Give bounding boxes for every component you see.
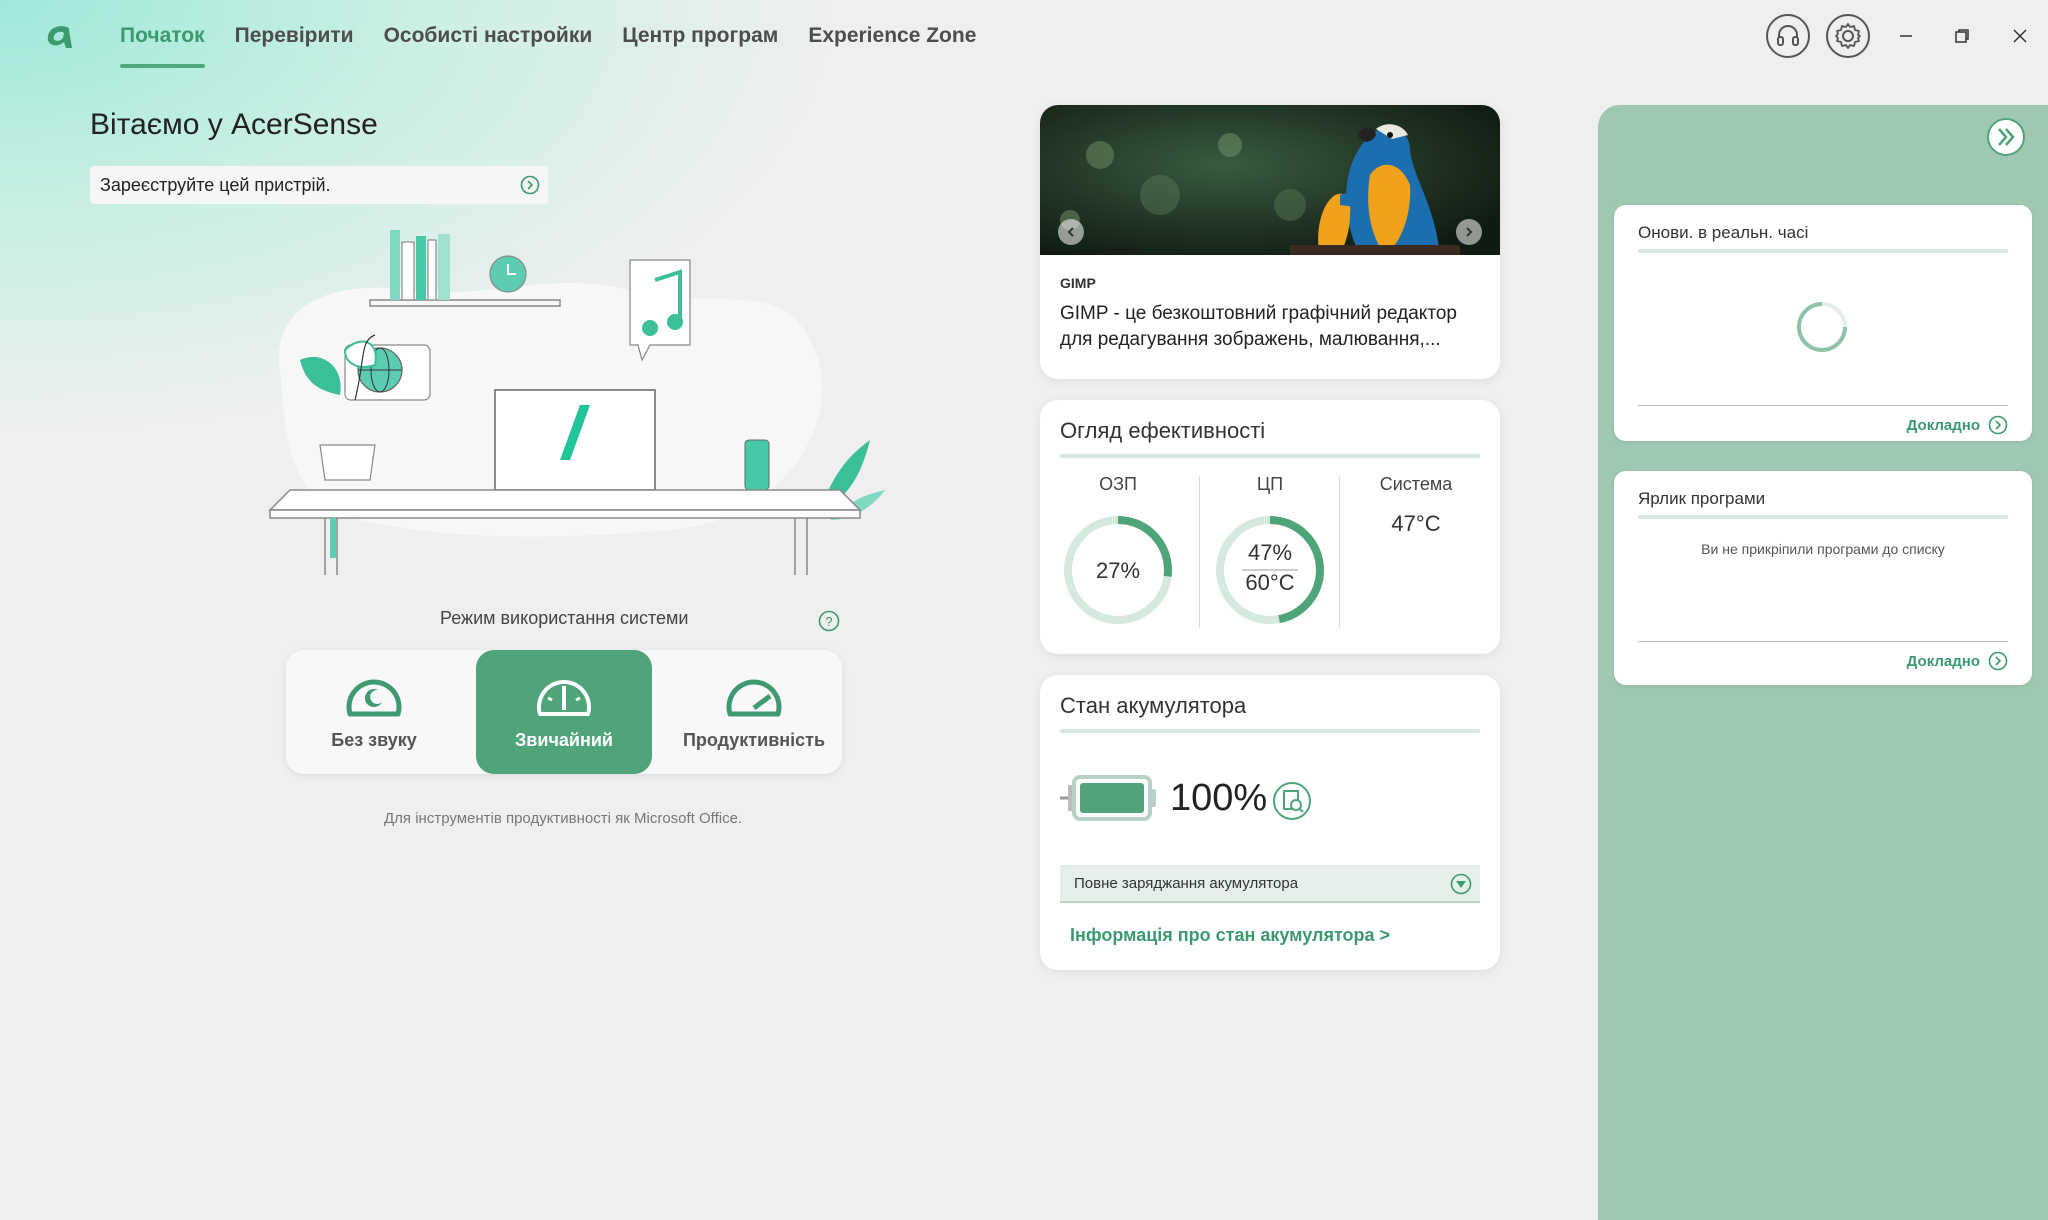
title-underline: [1060, 729, 1480, 733]
battery-report-icon[interactable]: [1272, 781, 1312, 821]
usage-mode-selector: Без звуку Звичайний Продуктивність: [286, 650, 842, 774]
cpu-temp: 60°C: [1245, 570, 1295, 595]
mode-performance-button[interactable]: Продуктивність: [666, 650, 842, 774]
page-title: Вітаємо у AcerSense: [90, 108, 378, 141]
realtime-more-label: Докладно: [1906, 416, 1980, 434]
svg-text:?: ?: [825, 614, 832, 629]
tab-personal-settings[interactable]: Особисті настройки: [384, 0, 593, 72]
arrow-right-circle-icon: [1988, 415, 2008, 435]
divider: [1638, 641, 2008, 642]
shortcut-empty-message: Ви не прикріпили програми до списку: [1701, 541, 1945, 557]
mode-silent-label: Без звуку: [331, 730, 417, 750]
arrow-right-circle-icon: [1988, 651, 2008, 671]
usage-mode-description: Для інструментів продуктивності як Micro…: [384, 810, 743, 827]
tab-check[interactable]: Перевірити: [235, 0, 354, 72]
column-divider: [1199, 476, 1200, 628]
realtime-title: Онови. в реальн. часі: [1638, 223, 1809, 242]
help-icon[interactable]: ?: [818, 610, 840, 632]
ram-column: ОЗП: [1060, 474, 1176, 495]
battery-percent: 100%: [1170, 777, 1268, 819]
promo-description: GIMP - це безкоштовний графічний редакто…: [1060, 303, 1457, 350]
gear-icon: [1835, 23, 1861, 49]
close-icon: [2013, 29, 2027, 43]
carousel-prev-button[interactable]: [1058, 219, 1084, 245]
desk-illustration: [268, 230, 885, 575]
battery-charge-mode: Повне заряджання акумулятора: [1074, 875, 1299, 892]
chevron-left-icon: [1067, 227, 1074, 237]
battery-charge-mode-dropdown[interactable]: Повне заряджання акумулятора: [1060, 865, 1480, 903]
shortcut-title: Ярлик програми: [1638, 489, 1766, 508]
realtime-monitor-card: Онови. в реальн. часі Докладно: [1614, 205, 2032, 441]
title-underline: [1638, 515, 2008, 519]
app-promo-card[interactable]: GIMP GIMP - це безкоштовний графічний ре…: [1040, 105, 1500, 379]
register-device-link[interactable]: Зареєструйте цей пристрій.: [90, 166, 548, 204]
shortcut-more-label: Докладно: [1906, 652, 1980, 670]
system-column: Система 47°C: [1352, 474, 1480, 537]
mode-silent-button[interactable]: Без звуку: [286, 650, 462, 774]
speedometer-performance-icon: [726, 679, 782, 717]
cpu-label: ЦП: [1256, 474, 1284, 494]
shortcut-more-link[interactable]: Докладно: [1907, 651, 2008, 671]
title-underline: [1638, 249, 2008, 253]
title-bar: Початок Перевірити Особисті настройки Це…: [0, 0, 2048, 72]
mode-normal-label: Звичайний: [515, 730, 613, 750]
battery-title: Стан акумулятора: [1060, 693, 1247, 718]
system-temp: 47°C: [1391, 511, 1441, 536]
battery-plug-icon: [1060, 775, 1156, 821]
battery-status-card: Стан акумулятора 100% Повне заряджання а…: [1040, 675, 1500, 970]
headset-icon: [1777, 25, 1799, 46]
carousel-next-button[interactable]: [1456, 219, 1482, 245]
minimize-icon: [1900, 35, 1912, 37]
maximize-button[interactable]: [1944, 18, 1980, 54]
restore-icon: [1955, 29, 1969, 43]
divider: [1638, 405, 2008, 406]
settings-button[interactable]: [1826, 14, 1870, 58]
cpu-value: 47%: [1247, 540, 1293, 565]
usage-mode-title: Режим використання системи: [440, 608, 689, 628]
loading-spinner-icon: [1788, 293, 1856, 361]
register-label: Зареєструйте цей пристрій.: [100, 175, 331, 195]
speedometer-silent-icon: [346, 679, 402, 717]
close-button[interactable]: [2002, 18, 2038, 54]
speedometer-normal-icon: [537, 680, 591, 716]
chevron-right-icon: [1466, 227, 1473, 237]
collapse-panel-button[interactable]: [1986, 117, 2026, 157]
ram-value: 27%: [1095, 558, 1141, 583]
battery-info-link[interactable]: Інформація про стан акумулятора >: [1070, 925, 1390, 946]
cpu-column: ЦП: [1212, 474, 1328, 495]
minimize-button[interactable]: [1888, 18, 1924, 54]
tab-home[interactable]: Початок: [120, 0, 205, 72]
arrow-right-circle-icon: [520, 175, 540, 195]
column-divider: [1339, 476, 1340, 628]
realtime-more-link[interactable]: Докладно: [1907, 415, 2008, 435]
widgets-panel: Онови. в реальн. часі Докладно Ярлик про…: [1598, 105, 2048, 1220]
system-label: Система: [1379, 474, 1453, 494]
title-underline: [1060, 454, 1480, 458]
ram-label: ОЗП: [1099, 474, 1137, 494]
dropdown-arrow-icon: [1450, 873, 1472, 895]
tab-experience-zone[interactable]: Experience Zone: [808, 0, 976, 72]
promo-banner-image: [1040, 105, 1500, 255]
mode-performance-label: Продуктивність: [682, 730, 826, 750]
performance-overview-card: Огляд ефективності ОЗП 27% ЦП 47% 60°C С…: [1040, 400, 1500, 654]
promo-app-name: GIMP: [1060, 275, 1096, 291]
support-button[interactable]: [1766, 14, 1810, 58]
main-nav: Початок Перевірити Особисті настройки Це…: [120, 0, 976, 72]
mode-normal-button[interactable]: Звичайний: [476, 650, 652, 774]
app-shortcut-card: Ярлик програми Ви не прикріпили програми…: [1614, 471, 2032, 685]
performance-title: Огляд ефективності: [1060, 418, 1266, 443]
acer-logo-icon: [47, 26, 72, 48]
tab-app-center[interactable]: Центр програм: [622, 0, 778, 72]
